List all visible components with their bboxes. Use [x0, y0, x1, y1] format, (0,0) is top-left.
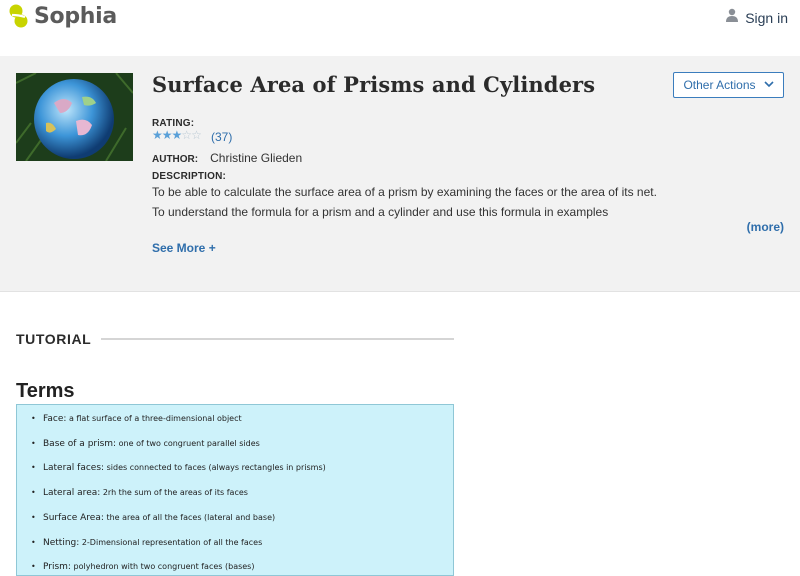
bullet: • — [31, 488, 36, 497]
author-name: Christine Glieden — [210, 151, 303, 165]
list-item: • Face: a flat surface of a three-dimens… — [31, 414, 242, 424]
tutorial-section-header: TUTORIAL — [16, 331, 454, 347]
divider — [101, 338, 454, 340]
tutorial-label: TUTORIAL — [16, 331, 92, 347]
star-icon: ☆ — [181, 128, 192, 142]
term-name: Netting: — [43, 538, 80, 548]
term-definition: the area of all the faces (lateral and b… — [106, 513, 276, 522]
more-link[interactable]: (more) — [747, 220, 784, 234]
description-line: To be able to calculate the surface area… — [152, 185, 657, 199]
term-name: Lateral area: — [43, 488, 101, 498]
bullet: • — [31, 562, 36, 571]
terms-image: • Face: a flat surface of a three-dimens… — [16, 404, 454, 576]
logo-text: Sophia — [34, 3, 117, 29]
see-more-link[interactable]: See More + — [152, 241, 216, 255]
other-actions-button[interactable]: Other Actions — [673, 72, 784, 98]
sophia-logo-icon — [8, 2, 30, 30]
term-definition: a flat surface of a three-dimensional ob… — [68, 414, 242, 423]
bullet: • — [31, 463, 36, 472]
bullet: • — [31, 414, 36, 423]
list-item: • Lateral faces: sides connected to face… — [31, 463, 326, 473]
list-item: • Netting: 2-Dimensional representation … — [31, 538, 263, 548]
rating-count[interactable]: (37) — [211, 130, 232, 144]
bullet: • — [31, 439, 36, 448]
other-actions-label: Other Actions — [683, 78, 756, 92]
chevron-down-icon — [763, 80, 774, 91]
description-label: DESCRIPTION: — [152, 171, 227, 182]
terms-heading: Terms — [16, 380, 75, 402]
term-name: Face: — [43, 414, 67, 424]
bullet: • — [31, 538, 36, 547]
lesson-banner: Surface Area of Prisms and Cylinders Oth… — [0, 56, 800, 292]
star-icon: ★ — [161, 128, 173, 142]
term-definition: one of two congruent parallel sides — [118, 439, 260, 448]
user-icon — [725, 8, 739, 27]
term-definition: sides connected to faces (always rectang… — [106, 463, 326, 472]
list-item: • Lateral area: 2rh the sum of the areas… — [31, 488, 248, 498]
term-name: Prism: — [43, 562, 71, 572]
term-name: Surface Area: — [43, 513, 104, 523]
bullet: • — [31, 513, 36, 522]
sign-in-label: Sign in — [745, 9, 788, 26]
sophia-logo[interactable]: Sophia — [8, 2, 117, 30]
author-label: AUTHOR: — [152, 154, 199, 165]
term-name: Base of a prism: — [43, 439, 117, 449]
lesson-title: Surface Area of Prisms and Cylinders — [152, 72, 596, 97]
term-definition: 2-Dimensional representation of all the … — [81, 538, 263, 547]
term-definition: polyhedron with two congruent faces (bas… — [73, 562, 255, 571]
author-row: AUTHOR: Christine Glieden — [152, 151, 302, 165]
sign-in-link[interactable]: Sign in — [725, 8, 788, 27]
rating-stars[interactable]: ★★★☆☆ — [152, 128, 202, 142]
top-bar: Sophia Sign in — [0, 0, 800, 56]
star-icon: ☆ — [191, 128, 202, 142]
term-definition: 2rh the sum of the areas of its faces — [102, 488, 248, 497]
star-icon: ★ — [171, 128, 183, 142]
lesson-thumbnail — [16, 73, 133, 161]
list-item: • Surface Area: the area of all the face… — [31, 513, 276, 523]
list-item: • Prism: polyhedron with two congruent f… — [31, 562, 255, 572]
list-item: • Base of a prism: one of two congruent … — [31, 439, 260, 449]
star-icon: ★ — [152, 128, 163, 142]
description-line: To understand the formula for a prism an… — [152, 205, 609, 219]
term-name: Lateral faces: — [43, 463, 105, 473]
